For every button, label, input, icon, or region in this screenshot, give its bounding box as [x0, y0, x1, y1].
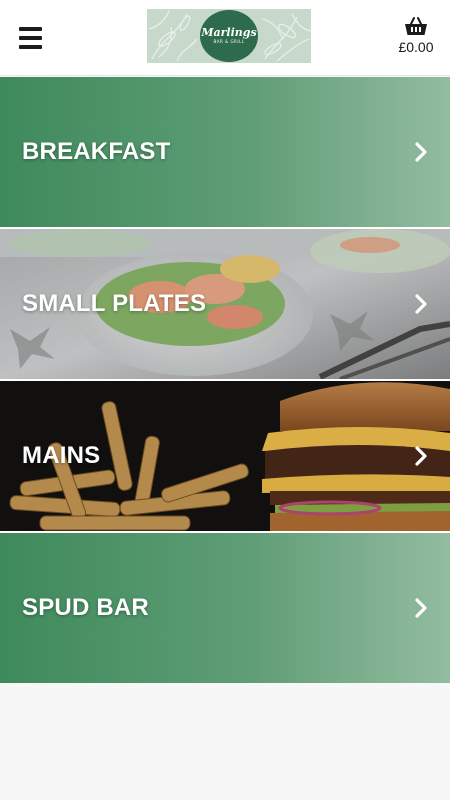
logo-badge: Marlings BAR & GRILL	[200, 10, 258, 62]
chevron-right-icon	[415, 598, 427, 618]
category-label: BREAKFAST	[22, 138, 171, 165]
category-label: MAINS	[22, 442, 101, 469]
chevron-right-icon	[415, 294, 427, 314]
app-header: Marlings BAR & GRILL £0.00	[0, 0, 450, 76]
category-mains[interactable]: MAINS	[0, 381, 450, 531]
category-label: SPUD BAR	[22, 594, 149, 621]
chevron-right-icon	[415, 142, 427, 162]
category-label: SMALL PLATES	[22, 290, 207, 317]
category-spud-bar[interactable]: SPUD BAR	[0, 533, 450, 683]
basket-button[interactable]: £0.00	[396, 16, 436, 60]
basket-icon	[405, 17, 427, 35]
category-small-plates[interactable]: SMALL PLATES	[0, 229, 450, 379]
category-breakfast[interactable]: BREAKFAST	[0, 77, 450, 227]
brand-logo[interactable]: Marlings BAR & GRILL	[147, 9, 311, 63]
logo-name: Marlings	[201, 26, 257, 39]
chevron-right-icon	[415, 446, 427, 466]
hamburger-menu-icon[interactable]	[19, 27, 42, 51]
logo-subtitle: BAR & GRILL	[213, 39, 245, 44]
basket-total: £0.00	[398, 39, 434, 55]
